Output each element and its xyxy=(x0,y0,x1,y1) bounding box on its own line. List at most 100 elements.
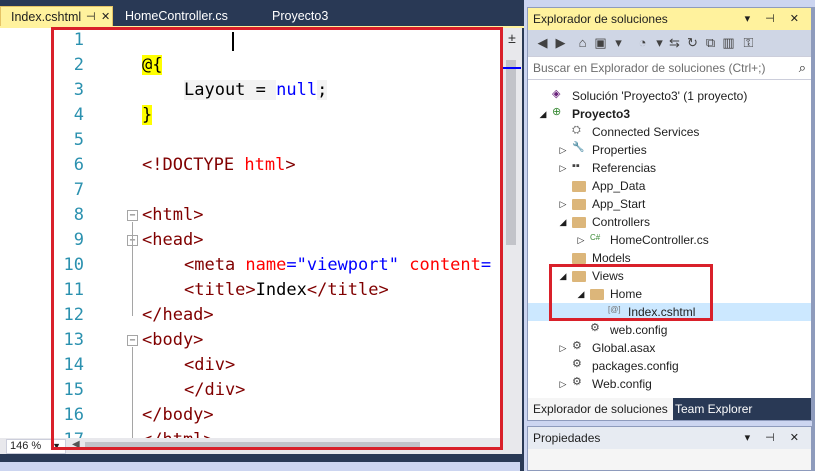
collapse-icon[interactable]: − xyxy=(127,335,138,346)
line-number: 11 xyxy=(63,280,84,300)
line-number: 2 xyxy=(73,55,84,75)
tree-item[interactable]: ▷ App_Start xyxy=(528,195,811,213)
expand-icon[interactable]: ▷ xyxy=(558,141,568,159)
line-number: 7 xyxy=(73,180,84,200)
code-token: > xyxy=(285,155,296,175)
vertical-scroll-thumb[interactable] xyxy=(506,60,516,245)
back-icon[interactable]: ◀ xyxy=(534,34,551,51)
code-line[interactable]: <head> xyxy=(142,228,203,253)
panel-window-buttons[interactable]: ▾ ⊣ ✕ xyxy=(745,427,805,449)
search-icon[interactable]: ⌕ xyxy=(799,57,806,79)
csharp-icon: C# xyxy=(590,233,601,242)
code-token: <body> xyxy=(142,330,204,350)
tree-item-label: App_Start xyxy=(592,197,646,211)
tree-item[interactable]: ◢ Views xyxy=(528,267,811,285)
horizontal-scroll-thumb[interactable] xyxy=(85,442,420,450)
tab-label: Explorador de soluciones xyxy=(533,402,668,416)
tree-item[interactable]: ⛭ Connected Services xyxy=(528,123,811,141)
panel-window-buttons[interactable]: ▾ ⊣ ✕ xyxy=(745,8,805,30)
expand-icon[interactable]: ▷ xyxy=(558,159,568,177)
properties-icon[interactable]: ⚿ xyxy=(740,34,757,51)
folder-icon xyxy=(572,253,586,264)
tree-item[interactable]: ◢ Home xyxy=(528,285,811,303)
editor-pane: Index.cshtml ⊣ ✕ HomeController.cs Proye… xyxy=(0,0,524,471)
refresh-icon[interactable]: ↻ xyxy=(684,34,701,51)
code-line[interactable]: <!DOCTYPE html> xyxy=(142,153,296,178)
tree-item[interactable]: ◢ ⊕ Proyecto3 xyxy=(528,105,811,123)
collapse-icon[interactable]: − xyxy=(127,210,138,221)
expand-icon[interactable]: ▷ xyxy=(576,231,586,249)
switch-views-icon[interactable]: ⇆ xyxy=(666,34,683,51)
code-token: = xyxy=(286,255,297,275)
home-icon[interactable]: ⌂ xyxy=(574,34,591,51)
tab-homecontroller-cs[interactable]: HomeController.cs xyxy=(115,6,255,26)
tree-item[interactable]: ▷ ⚙ Web.config xyxy=(528,375,811,393)
code-token: "viewport" xyxy=(296,255,399,275)
code-line[interactable]: </div> xyxy=(184,378,245,403)
collapse-all-icon[interactable]: ⧉ xyxy=(702,34,719,51)
forward-icon[interactable]: ▶ xyxy=(552,34,569,51)
show-all-files-icon[interactable]: ▥ xyxy=(720,34,737,51)
tree-item[interactable]: ▷ ▪▪ Referencias xyxy=(528,159,811,177)
tab-index-cshtml[interactable]: Index.cshtml ⊣ ✕ xyxy=(0,6,113,26)
code-line[interactable]: <title>Index</title> xyxy=(184,278,389,303)
collapse-icon[interactable]: ◢ xyxy=(558,267,568,285)
tree-item[interactable]: ▷ ⚙ Global.asax xyxy=(528,339,811,357)
code-line[interactable]: } xyxy=(142,103,153,128)
line-number: 12 xyxy=(63,305,84,325)
collapse-icon[interactable]: ◢ xyxy=(576,285,586,303)
code-line[interactable]: </html> xyxy=(142,428,214,438)
code-line[interactable]: <div> xyxy=(184,353,235,378)
folder-icon xyxy=(590,289,604,300)
code-token: </body> xyxy=(142,405,214,425)
zoom-level-value: 146 % xyxy=(10,440,42,452)
tree-item[interactable]: ▷ C# HomeController.cs xyxy=(528,231,811,249)
code-line[interactable]: @{ xyxy=(142,53,163,78)
code-line[interactable]: <body> xyxy=(142,328,203,353)
tree-item[interactable]: ◢ Controllers xyxy=(528,213,811,231)
collapse-icon[interactable]: ◢ xyxy=(538,105,548,123)
collapse-icon[interactable]: ◢ xyxy=(558,213,568,231)
tab-team-explorer[interactable]: Team Explorer xyxy=(670,398,757,420)
pending-changes-icon[interactable]: ◔ xyxy=(634,34,651,51)
code-token: < xyxy=(142,205,153,225)
split-editor-icon[interactable]: ± xyxy=(503,29,521,47)
outline-guide xyxy=(132,247,133,316)
solution-search-input[interactable]: Buscar en Explorador de soluciones (Ctrl… xyxy=(528,56,811,80)
tab-explorador-de-soluciones[interactable]: Explorador de soluciones xyxy=(528,398,673,420)
solution-explorer-title-bar: Explorador de soluciones ▾ ⊣ ✕ xyxy=(528,8,811,30)
code-line[interactable]: <meta name="viewport" content= xyxy=(184,253,491,278)
sync-view-icon[interactable]: ▣ xyxy=(592,34,609,51)
scroll-left-icon[interactable]: ◀ xyxy=(72,439,80,450)
tree-item[interactable]: Models xyxy=(528,249,811,267)
code-text-area[interactable]: @{ Layout = null;} <!DOCTYPE html> <html> <h… xyxy=(90,28,505,438)
global-asax-icon: ⚙ xyxy=(572,340,582,352)
code-editor[interactable]: 1234567891011121314151617 @{Layout = nul… xyxy=(0,28,522,450)
expand-icon[interactable]: ▷ xyxy=(558,375,568,393)
pin-icon[interactable]: ⊣ xyxy=(86,7,96,27)
properties-panel: Propiedades ▾ ⊣ ✕ xyxy=(527,426,812,471)
config-icon: ⚙ xyxy=(572,358,582,370)
tree-item[interactable]: App_Data xyxy=(528,177,811,195)
tree-item-label: Properties xyxy=(592,143,647,157)
code-line[interactable]: </head> xyxy=(142,303,214,328)
tree-item[interactable]: ◈ Solución 'Proyecto3' (1 proyecto) xyxy=(528,87,811,105)
line-number: 6 xyxy=(73,155,84,175)
zoom-level-select[interactable]: 146 % ▼ xyxy=(6,439,66,454)
tree-item[interactable]: [@] Index.cshtml xyxy=(528,303,811,321)
tree-item[interactable]: ▷ 🔧 Properties xyxy=(528,141,811,159)
line-number: 10 xyxy=(63,255,84,275)
code-line[interactable]: </body> xyxy=(142,403,214,428)
tab-proyecto3[interactable]: Proyecto3 xyxy=(262,6,382,26)
tree-item[interactable]: ⚙ packages.config xyxy=(528,357,811,375)
code-line[interactable]: <html> xyxy=(142,203,203,228)
code-line[interactable]: Layout = null; xyxy=(184,78,328,103)
expand-icon[interactable]: ▷ xyxy=(558,339,568,357)
web-project-icon: ⊕ xyxy=(552,106,562,118)
tree-item[interactable]: ⚙ web.config xyxy=(528,321,811,339)
dropdown-icon[interactable]: ▾ xyxy=(610,34,627,51)
tab-label: Index.cshtml xyxy=(11,10,82,24)
close-icon[interactable]: ✕ xyxy=(101,7,110,27)
expand-icon[interactable]: ▷ xyxy=(558,195,568,213)
